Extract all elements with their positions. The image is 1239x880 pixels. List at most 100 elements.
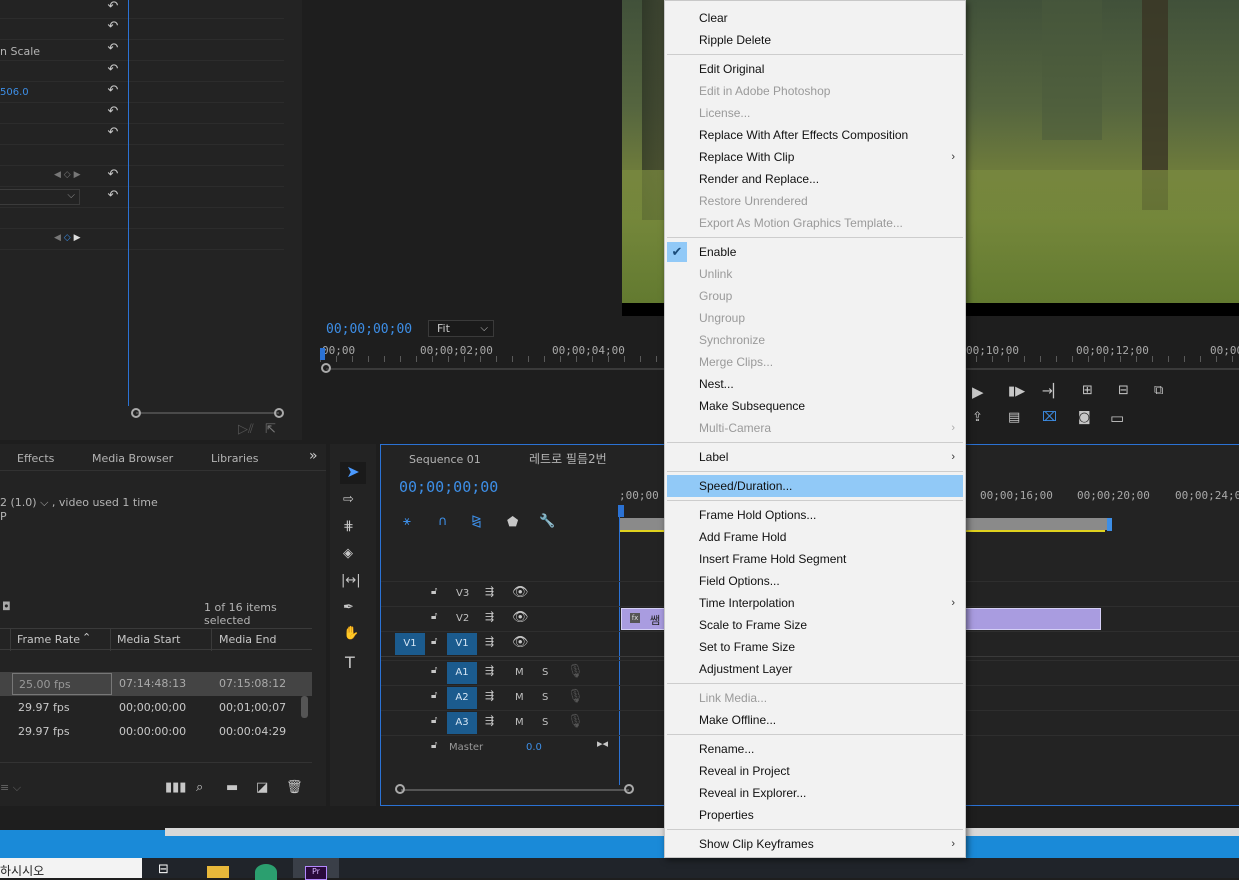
work-area-end[interactable] [1107, 518, 1112, 531]
scroll-handle[interactable] [274, 408, 284, 418]
reset-icon[interactable]: ↶ [106, 126, 120, 140]
menu-item-insert-frame-hold[interactable]: Insert Frame Hold Segment [665, 548, 965, 570]
menu-item-edit-photoshop[interactable]: Edit in Adobe Photoshop [665, 80, 965, 102]
lock-icon[interactable]: 🔓︎ [431, 740, 437, 751]
menu-item-clear[interactable]: Clear [665, 7, 965, 29]
menu-item-ripple-delete[interactable]: Ripple Delete [665, 29, 965, 51]
keyframe-nav-icon[interactable]: ◀ ◇ ▶ [54, 233, 81, 243]
eye-icon[interactable]: 👁︎ [512, 585, 529, 600]
mute-button[interactable]: M [515, 692, 524, 703]
menu-item-reveal-explorer[interactable]: Reveal in Explorer... [665, 782, 965, 804]
zoom-scrollbar[interactable] [136, 412, 279, 414]
lock-icon[interactable]: 🔓︎ [431, 636, 437, 647]
menu-item-time-interpolation[interactable]: Time Interpolation › [665, 592, 965, 614]
vertical-scrollbar[interactable] [301, 696, 308, 718]
lock-icon[interactable]: 🔓︎ [431, 690, 437, 701]
menu-item-add-frame-hold[interactable]: Add Frame Hold [665, 526, 965, 548]
track-a1-button[interactable]: A1 [447, 662, 477, 684]
menu-item-unlink[interactable]: Unlink [665, 263, 965, 285]
master-volume[interactable]: 0.0 [526, 742, 542, 753]
menu-item-replace-with-clip[interactable]: Replace With Clip › [665, 146, 965, 168]
camera-icon[interactable]: ◙ [1078, 410, 1091, 425]
go-to-out-icon[interactable]: →▏ [1042, 384, 1063, 399]
tab-retro-film[interactable]: 레트로 필름2번 [529, 450, 607, 467]
premiere-taskbar-item[interactable]: Pr [293, 858, 339, 880]
menu-item-synchronize[interactable]: Synchronize [665, 329, 965, 351]
hand-icon[interactable]: ✋ [343, 626, 359, 641]
menu-item-field-options[interactable]: Field Options... [665, 570, 965, 592]
tab-effects[interactable]: Effects [17, 452, 54, 465]
reset-icon[interactable]: ↶ [106, 189, 120, 203]
menu-item-speed-duration[interactable]: Speed/Duration... [667, 475, 963, 497]
mute-button[interactable]: M [515, 717, 524, 728]
sync-lock-icon[interactable]: ⇶ [485, 635, 494, 648]
mute-button[interactable]: M [515, 667, 524, 678]
eye-icon[interactable]: 👁︎ [512, 610, 529, 625]
list-view-icon[interactable]: ≡ ⌵ [0, 781, 21, 795]
sync-lock-icon[interactable]: ⇶ [485, 714, 494, 727]
mic-icon[interactable]: 🎙︎ [567, 714, 584, 729]
menu-item-multi-camera[interactable]: Multi-Camera › [665, 417, 965, 439]
menu-item-ungroup[interactable]: Ungroup [665, 307, 965, 329]
reset-icon[interactable]: ↶ [106, 168, 120, 182]
solo-button[interactable]: S [542, 692, 548, 703]
menu-item-edit-original[interactable]: Edit Original [665, 58, 965, 80]
table-row[interactable]: 29.97 fps 00;00;00;00 00;01;00;07 [0, 696, 312, 720]
vr-icon[interactable]: ⌧ [1042, 410, 1057, 425]
menu-item-rename[interactable]: Rename... [665, 738, 965, 760]
playhead-marker[interactable] [320, 348, 325, 360]
menu-item-scale-to-frame[interactable]: Scale to Frame Size [665, 614, 965, 636]
go-to-end-icon[interactable]: ▸◂ [597, 737, 608, 750]
reset-icon[interactable]: ↶ [106, 0, 120, 14]
menu-item-make-subsequence[interactable]: Make Subsequence [665, 395, 965, 417]
safe-margins-icon[interactable]: ▭ [1110, 409, 1124, 427]
table-row[interactable]: 29.97 fps 00:00:00:00 00:00:04:29 [0, 720, 312, 744]
reset-icon[interactable]: ↶ [106, 42, 120, 56]
menu-item-replace-after-effects[interactable]: Replace With After Effects Composition [665, 124, 965, 146]
scroll-handle[interactable] [321, 363, 331, 373]
menu-item-export-mgt[interactable]: Export As Motion Graphics Template... [665, 212, 965, 234]
task-view-icon[interactable]: ⊟ [158, 862, 169, 877]
tab-sequence-01[interactable]: Sequence 01 [409, 453, 481, 466]
menu-item-nest[interactable]: Nest... [665, 373, 965, 395]
scroll-handle[interactable] [395, 784, 405, 794]
menu-item-properties[interactable]: Properties [665, 804, 965, 826]
eye-icon[interactable]: 👁︎ [512, 635, 529, 650]
menu-item-make-offline[interactable]: Make Offline... [665, 709, 965, 731]
trash-icon[interactable]: 🗑 [286, 780, 303, 795]
reset-icon[interactable]: ↶ [106, 84, 120, 98]
sync-lock-icon[interactable]: ⇶ [485, 664, 494, 677]
menu-item-restore-unrendered[interactable]: Restore Unrendered [665, 190, 965, 212]
timeline-timecode[interactable]: 00;00;00;00 [399, 478, 498, 496]
new-item-icon[interactable]: ◪ [256, 780, 268, 795]
ripple-edit-icon[interactable]: ⋕ [343, 519, 354, 534]
keyframe-nav-icon[interactable]: ◀ ◇ ▶ [54, 170, 81, 180]
tab-libraries[interactable]: Libraries [211, 452, 259, 465]
column-media-end[interactable]: Media End [219, 633, 276, 646]
pen-icon[interactable]: ✒ [343, 600, 354, 615]
lock-icon[interactable]: 🔓︎ [431, 586, 437, 597]
reset-icon[interactable]: ↶ [106, 20, 120, 34]
track-select-icon[interactable]: ⇨ [343, 492, 354, 507]
table-row[interactable]: 25.00 fps 07:14:48:13 07:15:08:12 [0, 672, 312, 696]
linked-select-icon[interactable]: ⧎ [471, 514, 482, 529]
reset-icon[interactable]: ↶ [106, 105, 120, 119]
menu-item-adjustment-layer[interactable]: Adjustment Layer [665, 658, 965, 680]
property-value[interactable]: 506.0 [0, 87, 29, 98]
insert-icon[interactable]: ⇪ [972, 410, 983, 425]
freeform-icon[interactable]: ▮▮▮ [165, 780, 186, 795]
column-media-start[interactable]: Media Start [117, 633, 180, 646]
mic-icon[interactable]: 🎙︎ [567, 689, 584, 704]
track-v1-button[interactable]: V1 [447, 633, 477, 655]
menu-item-group[interactable]: Group [665, 285, 965, 307]
trim-icon[interactable]: ▤ [1008, 410, 1020, 425]
search-icon[interactable]: ◘ [2, 600, 11, 613]
lock-icon[interactable]: 🔓︎ [431, 665, 437, 676]
solo-button[interactable]: S [542, 667, 548, 678]
menu-item-render-replace[interactable]: Render and Replace... [665, 168, 965, 190]
menu-item-reveal-project[interactable]: Reveal in Project [665, 760, 965, 782]
file-explorer-icon[interactable] [207, 866, 229, 878]
column-frame-rate[interactable]: Frame Rate [17, 633, 80, 646]
timeline-scrollbar[interactable] [401, 789, 629, 791]
sync-lock-icon[interactable]: ⇶ [485, 689, 494, 702]
